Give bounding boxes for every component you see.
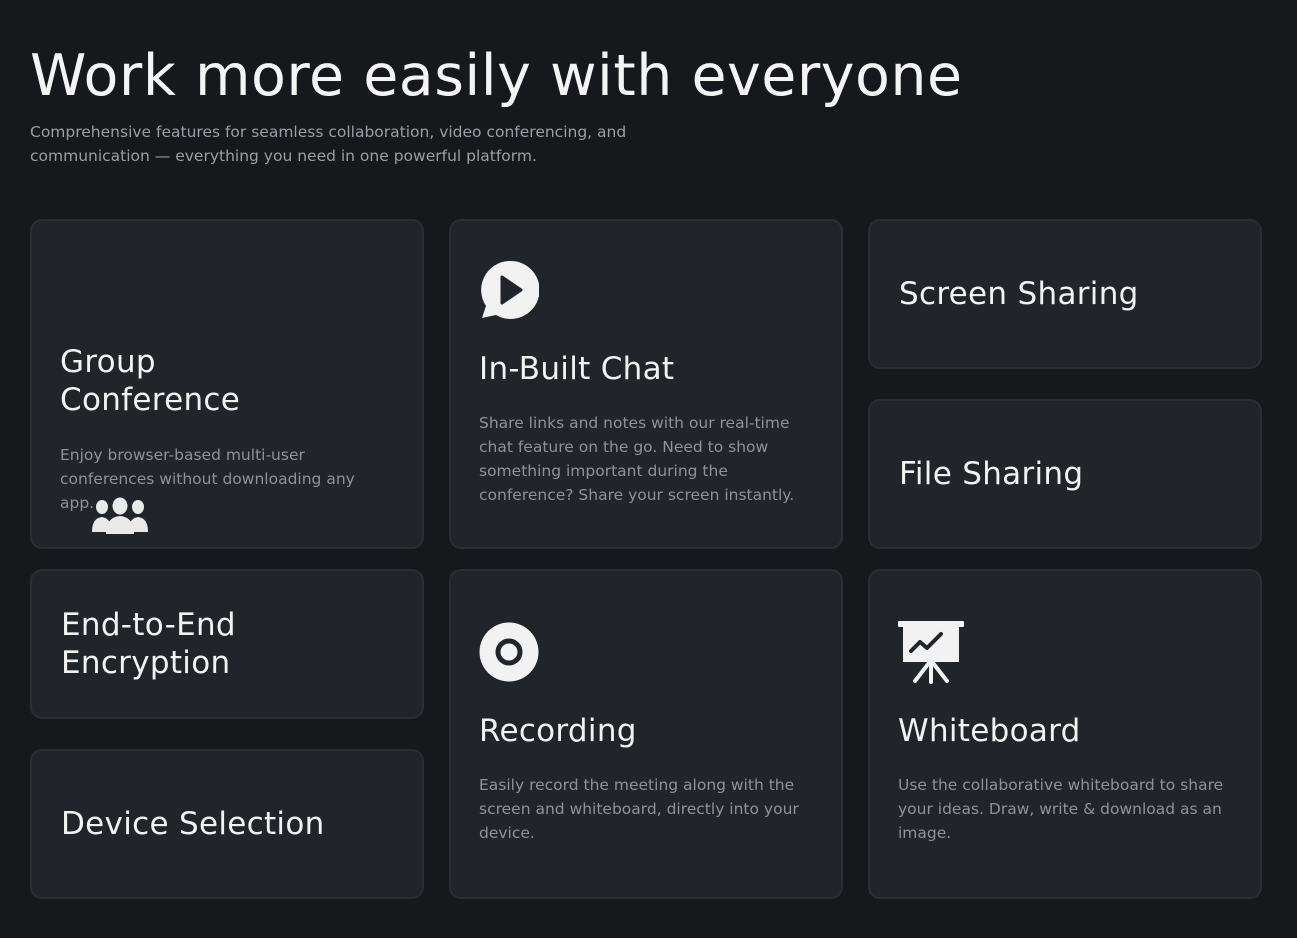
page-subtitle: Comprehensive features for seamless coll… <box>30 123 627 165</box>
whiteboard-icon <box>898 621 964 684</box>
feature-desc-group-conference: Enjoy browser-based multi-user conferenc… <box>60 446 355 512</box>
features-page: Work more easily with everyone Comprehen… <box>0 0 1297 938</box>
feature-title-file-sharing: File Sharing <box>899 456 1084 492</box>
page-title: Work more easily with everyone <box>30 43 963 109</box>
feature-desc-whiteboard: Use the collaborative whiteboard to shar… <box>898 776 1224 842</box>
feature-card-e2e-encryption: End-to-End Encryption <box>30 569 424 719</box>
feature-title-e2e-encryption: End-to-End Encryption <box>61 607 236 681</box>
feature-card-device-selection: Device Selection <box>30 749 424 899</box>
feature-desc-in-built-chat: Share links and notes with our real-time… <box>479 414 795 504</box>
feature-card-file-sharing: File Sharing <box>868 399 1262 549</box>
feature-title-group-conference: Group Conference <box>60 344 241 418</box>
feature-title-in-built-chat: In-Built Chat <box>479 351 675 387</box>
feature-title-screen-sharing: Screen Sharing <box>899 276 1139 312</box>
feature-title-whiteboard: Whiteboard <box>898 713 1081 749</box>
feature-card-screen-sharing: Screen Sharing <box>868 219 1262 369</box>
feature-title-recording: Recording <box>479 713 637 749</box>
feature-title-device-selection: Device Selection <box>61 806 325 842</box>
record-icon <box>479 622 539 682</box>
feature-desc-recording: Easily record the meeting along with the… <box>479 776 799 842</box>
chat-play-icon <box>481 260 539 319</box>
